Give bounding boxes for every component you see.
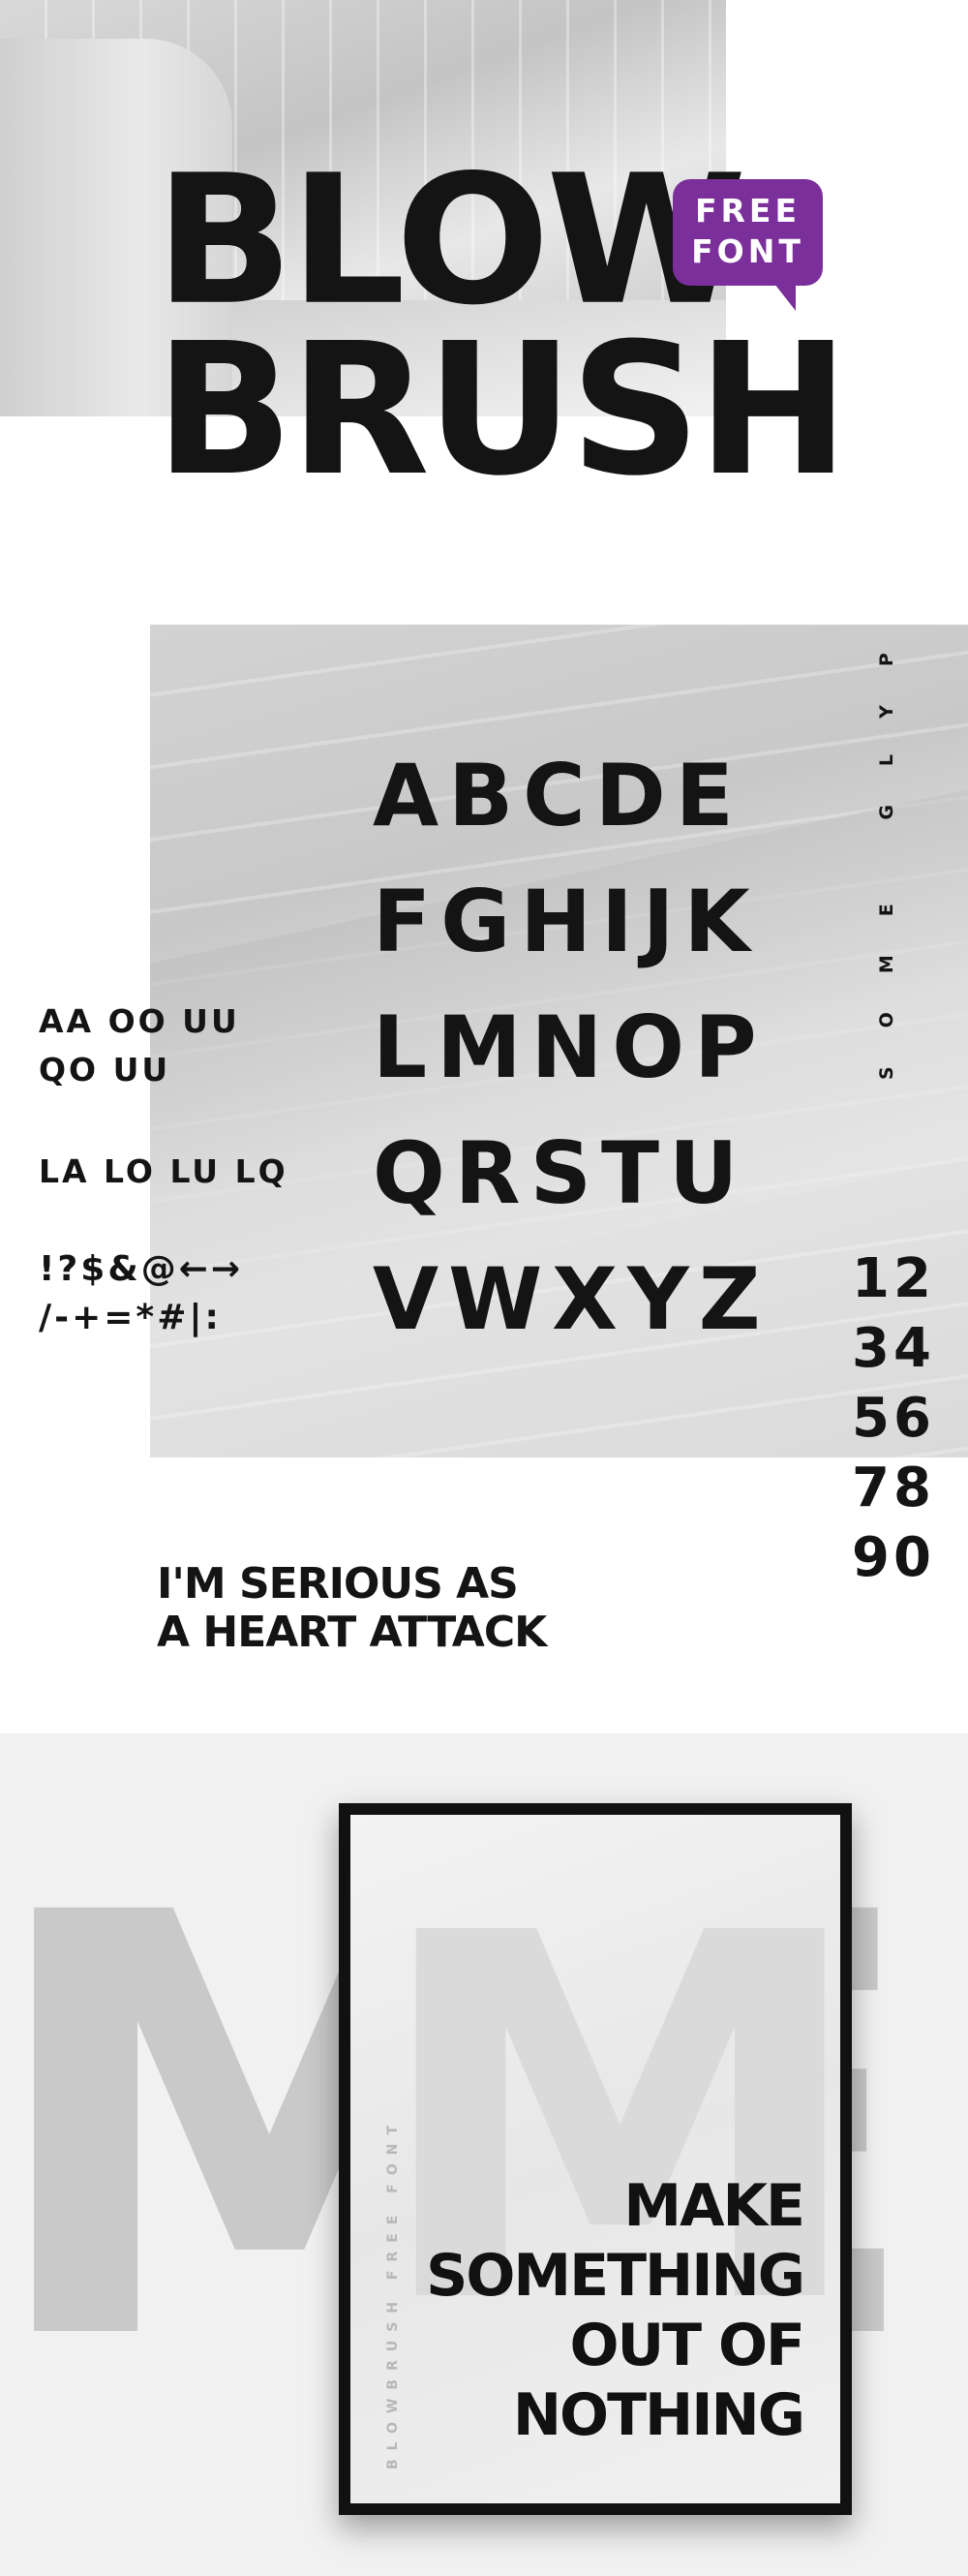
numbers-row: 34 <box>852 1317 935 1380</box>
title-line-2: BRUSH <box>155 304 849 516</box>
some-glyph-label: SOME GLYP <box>876 614 897 1081</box>
alternate-glyphs-row: QO UU <box>39 1051 171 1089</box>
numbers-row: 90 <box>852 1526 935 1589</box>
numbers-row: 56 <box>852 1387 935 1450</box>
poster-vertical-label: BLOWBRUSH FREE FONT <box>385 2116 401 2469</box>
poster-text-line: NOTHING <box>512 2381 805 2449</box>
sample-text-line-1: I'M SERIOUS AS <box>157 1559 519 1609</box>
poster-text-line: OUT OF <box>569 2312 805 2379</box>
alphabet-row: VWXYZ <box>373 1249 771 1349</box>
numbers-row: 78 <box>852 1457 935 1519</box>
symbols-row: /-+=*#|: <box>39 1298 222 1337</box>
alternate-glyphs-row: AA OO UU <box>39 1002 240 1040</box>
poster-text-line: MAKE <box>623 2172 805 2240</box>
badge-word: FREE <box>694 192 802 230</box>
poster-text-line: SOMETHING <box>426 2242 805 2310</box>
free-font-badge: FREE FONT <box>673 179 823 311</box>
alphabet-row: ABCDE <box>373 746 743 845</box>
numbers-row: 12 <box>852 1247 935 1310</box>
alphabet-row: FGHIJK <box>373 872 760 971</box>
badge-word: FONT <box>691 232 804 270</box>
ligatures-row: LA LO LU LQ <box>39 1152 288 1190</box>
alphabet-row: QRSTU <box>373 1123 748 1223</box>
symbols-row: !?$&@←→ <box>39 1249 244 1289</box>
alphabet-row: LMNOP <box>373 997 767 1097</box>
sample-text-line-2: A HEART ATTACK <box>157 1608 547 1657</box>
